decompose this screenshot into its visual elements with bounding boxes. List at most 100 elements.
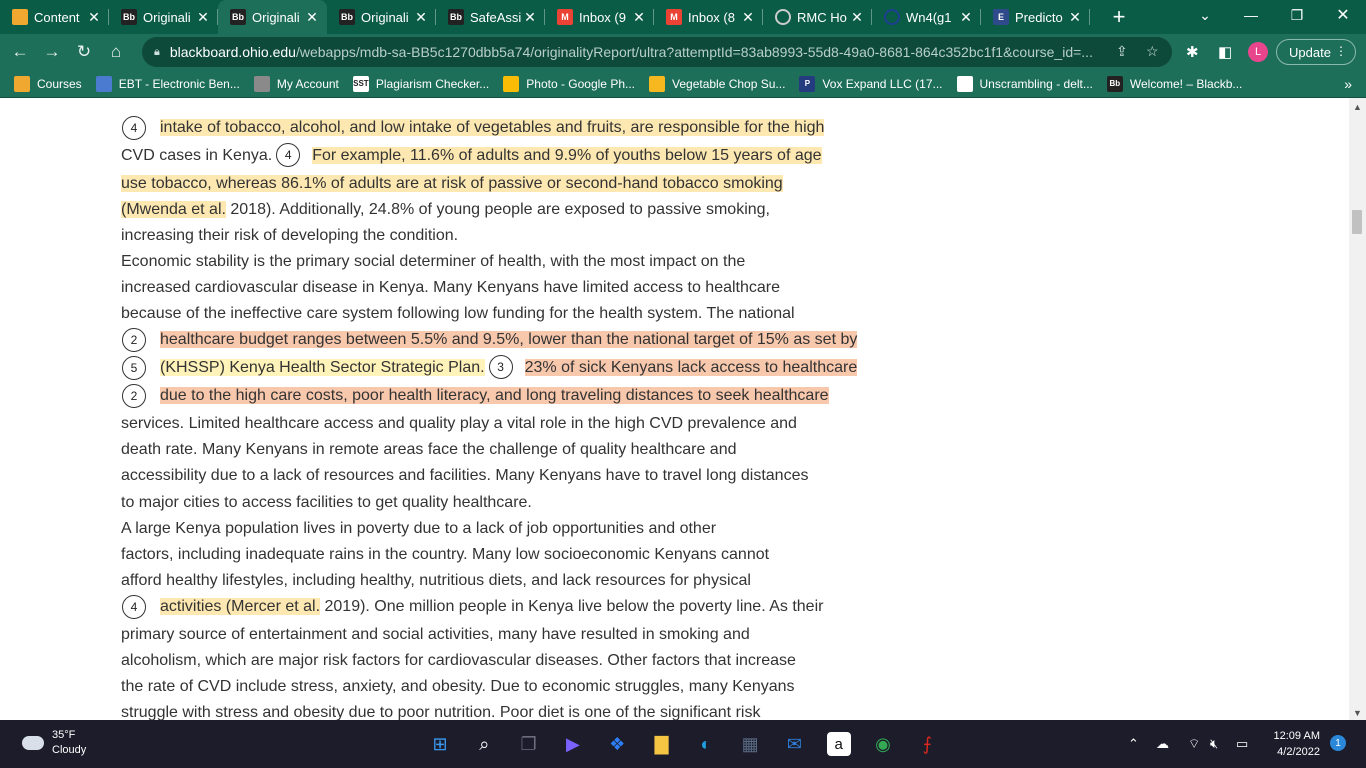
match-marker[interactable]: 2 [122, 384, 146, 408]
bookmark-label: Unscrambling - delt... [979, 76, 1093, 91]
close-tab-icon[interactable]: ✕ [959, 9, 973, 26]
minimize-button[interactable]: — [1228, 0, 1274, 30]
chevron-up-icon[interactable]: ⌃ [1128, 736, 1139, 752]
highlighted-match[interactable]: activities (Mercer et al. [160, 598, 321, 615]
address-bar[interactable]: 🔒︎ blackboard.ohio.edu/webapps/mdb-sa-BB… [142, 37, 1172, 67]
onedrive-icon[interactable]: ☁ [1156, 736, 1169, 752]
tab-search-icon[interactable]: ⌄ [1182, 0, 1228, 30]
wifi-icon[interactable]: ⌔ [1188, 736, 1200, 752]
highlighted-match[interactable]: intake of tobacco, alcohol, and low inta… [160, 119, 825, 136]
match-marker[interactable]: 5 [122, 356, 146, 380]
highlighted-match[interactable]: healthcare budget ranges between 5.5% an… [160, 331, 858, 348]
bookmark-item[interactable]: Vegetable Chop Su... [649, 75, 785, 92]
profile-avatar[interactable]: L [1248, 42, 1268, 62]
doc-line: factors, including inadequate rains in t… [121, 546, 770, 563]
match-marker[interactable]: 3 [488, 354, 513, 379]
bookmark-item[interactable]: P Vox Expand LLC (17... [799, 75, 943, 92]
url-text[interactable]: blackboard.ohio.edu/webapps/mdb-sa-BB5c1… [170, 44, 1100, 60]
url-path: /webapps/mdb-sa-BB5c1270dbb5a74/original… [295, 44, 1093, 60]
update-button[interactable]: Update ⋮ [1276, 39, 1356, 65]
bookmark-item[interactable]: Bb Welcome! – Blackb... [1106, 75, 1242, 92]
close-tab-icon[interactable]: ✕ [523, 9, 537, 26]
browser-tab[interactable]: M Inbox (8 ✕ [654, 0, 763, 34]
dropbox-icon[interactable]: ❖ [605, 732, 629, 756]
bookmark-item[interactable]: EBT - Electronic Ben... [95, 75, 240, 92]
scrollbar-thumb[interactable] [1352, 210, 1362, 234]
chat-icon[interactable]: ▶ [561, 732, 585, 756]
windows-start-icon[interactable]: ⊞ [428, 732, 452, 756]
highlighted-match[interactable]: (Mwenda et al. [121, 201, 226, 218]
highlighted-match[interactable]: use tobacco, whereas 86.1% of adults are… [121, 175, 783, 192]
close-tab-icon[interactable]: ✕ [741, 9, 755, 26]
browser-tab[interactable]: Content ✕ [0, 0, 109, 34]
menu-dots-icon[interactable]: ⋮ [1335, 44, 1347, 58]
side-panel-icon[interactable]: ◧ [1218, 43, 1232, 61]
match-marker[interactable]: 4 [122, 595, 146, 619]
reload-icon[interactable]: ↻ [68, 36, 100, 68]
browser-tab[interactable]: E Predicto ✕ [981, 0, 1090, 34]
close-tab-icon[interactable]: ✕ [850, 9, 864, 26]
circle-app-icon [884, 9, 900, 25]
scroll-down-icon[interactable]: ▼ [1353, 708, 1362, 718]
acrobat-icon[interactable]: ⨍ [915, 732, 939, 756]
close-tab-icon[interactable]: ✕ [1068, 9, 1082, 26]
new-tab-button[interactable]: + [1102, 0, 1136, 34]
bookmark-item[interactable]: SST Plagiarism Checker... [352, 75, 489, 92]
browser-tab[interactable]: Bb Originali ✕ [109, 0, 218, 34]
browser-tab[interactable]: Wn4(g1 ✕ [872, 0, 981, 34]
bookmark-item[interactable]: Unscrambling - delt... [956, 75, 1093, 92]
forward-icon[interactable]: → [36, 36, 68, 68]
doc-line: primary source of entertainment and soci… [121, 626, 750, 643]
highlighted-match[interactable]: 23% of sick Kenyans lack access to healt… [524, 359, 858, 376]
back-icon[interactable]: ← [4, 36, 36, 68]
search-icon[interactable]: ⌕ [472, 732, 496, 756]
browser-tab[interactable]: M Inbox (9 ✕ [545, 0, 654, 34]
scroll-up-icon[interactable]: ▲ [1353, 102, 1362, 112]
home-icon[interactable]: ⌂ [100, 36, 132, 68]
notification-badge[interactable]: 1 [1330, 735, 1346, 751]
bookmark-star-icon[interactable]: ☆ [1146, 43, 1159, 60]
task-view-icon[interactable]: ❐ [517, 732, 541, 756]
page-scrollbar[interactable]: ▲ ▼ [1349, 98, 1366, 720]
store-icon[interactable]: ▦ [738, 732, 762, 756]
battery-icon[interactable]: ▭ [1236, 736, 1248, 752]
doc-line: (KHSSP) Kenya Health Sector Strategic Pl… [160, 354, 858, 381]
google-photos-icon [503, 75, 520, 92]
close-tab-icon[interactable]: ✕ [632, 9, 646, 26]
volume-muted-icon[interactable]: 🔇︎ [1210, 736, 1218, 752]
extensions-icon[interactable]: ✱ [1186, 43, 1199, 61]
close-tab-icon[interactable]: ✕ [305, 9, 319, 26]
windows-taskbar: 35°F Cloudy ⊞ ⌕ ❐ ▶ ❖ ▇ ◐ ▦ ✉ a ◉ ⨍ ⌃ ☁ ⌔ 🔇︎ ▭ 12:0… [0, 720, 1366, 768]
close-window-button[interactable]: ✕ [1320, 0, 1366, 30]
lock-icon[interactable]: 🔒︎ [154, 46, 160, 59]
system-clock[interactable]: 12:09 AM 4/2/2022 [1268, 728, 1320, 760]
more-bookmarks-icon[interactable]: » [1344, 76, 1352, 92]
bookmark-label: Vox Expand LLC (17... [822, 76, 943, 91]
share-icon[interactable]: ⇪ [1116, 43, 1128, 60]
match-marker[interactable]: 2 [122, 328, 146, 352]
match-marker[interactable]: 4 [122, 116, 146, 140]
amazon-icon[interactable]: a [826, 732, 851, 756]
highlighted-match[interactable]: For example, 11.6% of adults and 9.9% of… [312, 147, 822, 164]
bookmark-item[interactable]: Courses [14, 75, 82, 92]
browser-tab[interactable]: RMC Ho ✕ [763, 0, 872, 34]
bookmark-item[interactable]: My Account [253, 75, 339, 92]
bookmark-item[interactable]: Photo - Google Ph... [503, 75, 635, 92]
tab-title: Originali [252, 9, 300, 25]
browser-tab[interactable]: Bb Originali ✕ [218, 0, 327, 34]
browser-tab[interactable]: Bb SafeAssi ✕ [436, 0, 545, 34]
bookmark-label: Photo - Google Ph... [526, 76, 635, 91]
mail-icon[interactable]: ✉ [782, 732, 806, 756]
browser-tab[interactable]: Bb Originali ✕ [327, 0, 436, 34]
highlighted-match[interactable]: (KHSSP) Kenya Health Sector Strategic Pl… [160, 359, 485, 376]
highlighted-match[interactable]: due to the high care costs, poor health … [160, 387, 829, 404]
close-tab-icon[interactable]: ✕ [414, 9, 428, 26]
close-tab-icon[interactable]: ✕ [87, 9, 101, 26]
restore-button[interactable]: ❐ [1274, 0, 1320, 30]
weather-widget[interactable]: 35°F Cloudy [22, 728, 86, 758]
close-tab-icon[interactable]: ✕ [196, 9, 210, 26]
edge-icon[interactable]: ◐ [694, 732, 718, 756]
match-marker[interactable]: 4 [276, 142, 301, 167]
file-explorer-icon[interactable]: ▇ [650, 732, 674, 756]
chrome-icon[interactable]: ◉ [871, 732, 895, 756]
